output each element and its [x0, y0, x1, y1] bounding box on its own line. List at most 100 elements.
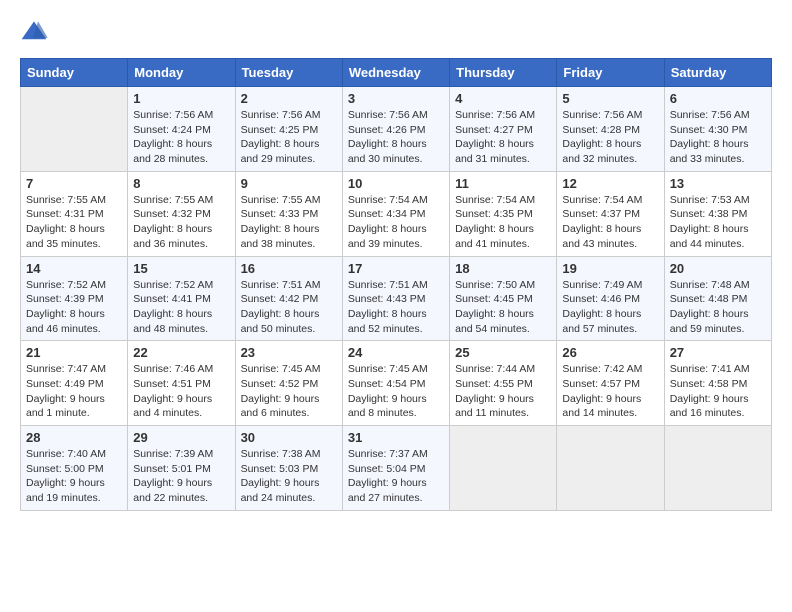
calendar-cell: 2Sunrise: 7:56 AMSunset: 4:25 PMDaylight…	[235, 87, 342, 172]
day-number: 20	[670, 261, 766, 276]
day-info: Sunrise: 7:42 AMSunset: 4:57 PMDaylight:…	[562, 362, 658, 421]
calendar-cell: 29 Sunrise: 7:39 AMSunset: 5:01 PMDayligh…	[128, 426, 235, 511]
day-info: Sunrise: 7:56 AMSunset: 4:30 PMDaylight:…	[670, 108, 766, 167]
calendar-cell	[21, 87, 128, 172]
day-info: Sunrise: 7:45 AMSunset: 4:52 PMDaylight:…	[241, 362, 337, 421]
day-number: 5	[562, 91, 658, 106]
calendar-cell: 20Sunrise: 7:48 AMSunset: 4:48 PMDayligh…	[664, 256, 771, 341]
header-friday: Friday	[557, 59, 664, 87]
day-info: Sunrise: 7:54 AMSunset: 4:34 PMDaylight:…	[348, 193, 444, 252]
day-info: Sunrise: 7:50 AMSunset: 4:45 PMDaylight:…	[455, 278, 551, 337]
day-info: Sunrise: 7:55 AMSunset: 4:33 PMDaylight:…	[241, 193, 337, 252]
calendar-week-row: 21 Sunrise: 7:47 AMSunset: 4:49 PMDayligh…	[21, 341, 772, 426]
calendar-cell: 31 Sunrise: 7:37 AMSunset: 5:04 PMDayligh…	[342, 426, 449, 511]
calendar-cell: 11 Sunrise: 7:54 AMSunset: 4:35 PMDayligh…	[450, 171, 557, 256]
calendar-cell	[557, 426, 664, 511]
day-number: 3	[348, 91, 444, 106]
calendar-cell: 4 Sunrise: 7:56 AMSunset: 4:27 PMDaylight…	[450, 87, 557, 172]
calendar-cell: 5 Sunrise: 7:56 AMSunset: 4:28 PMDaylight…	[557, 87, 664, 172]
day-number: 27	[670, 345, 766, 360]
day-info: Sunrise: 7:55 AMSunset: 4:31 PMDaylight:…	[26, 193, 122, 252]
day-info: Sunrise: 7:39 AMSunset: 5:01 PMDaylight:…	[133, 447, 229, 506]
day-number: 4	[455, 91, 551, 106]
day-number: 16	[241, 261, 337, 276]
calendar-week-row: 1 Sunrise: 7:56 AMSunset: 4:24 PMDaylight…	[21, 87, 772, 172]
calendar-cell: 24Sunrise: 7:45 AMSunset: 4:54 PMDayligh…	[342, 341, 449, 426]
calendar-cell: 25 Sunrise: 7:44 AMSunset: 4:55 PMDayligh…	[450, 341, 557, 426]
day-info: Sunrise: 7:41 AMSunset: 4:58 PMDaylight:…	[670, 362, 766, 421]
day-info: Sunrise: 7:44 AMSunset: 4:55 PMDaylight:…	[455, 362, 551, 421]
day-info: Sunrise: 7:56 AMSunset: 4:28 PMDaylight:…	[562, 108, 658, 167]
day-info: Sunrise: 7:38 AMSunset: 5:03 PMDaylight:…	[241, 447, 337, 506]
header-sunday: Sunday	[21, 59, 128, 87]
calendar-header-row: SundayMondayTuesdayWednesdayThursdayFrid…	[21, 59, 772, 87]
day-info: Sunrise: 7:51 AMSunset: 4:42 PMDaylight:…	[241, 278, 337, 337]
day-info: Sunrise: 7:37 AMSunset: 5:04 PMDaylight:…	[348, 447, 444, 506]
calendar-cell: 22 Sunrise: 7:46 AMSunset: 4:51 PMDayligh…	[128, 341, 235, 426]
day-info: Sunrise: 7:46 AMSunset: 4:51 PMDaylight:…	[133, 362, 229, 421]
calendar-table: SundayMondayTuesdayWednesdayThursdayFrid…	[20, 58, 772, 511]
day-number: 11	[455, 176, 551, 191]
day-number: 25	[455, 345, 551, 360]
day-number: 13	[670, 176, 766, 191]
day-number: 23	[241, 345, 337, 360]
page-header	[20, 20, 772, 42]
calendar-cell: 28 Sunrise: 7:40 AMSunset: 5:00 PMDayligh…	[21, 426, 128, 511]
calendar-cell: 7Sunrise: 7:55 AMSunset: 4:31 PMDaylight…	[21, 171, 128, 256]
calendar-cell: 19Sunrise: 7:49 AMSunset: 4:46 PMDayligh…	[557, 256, 664, 341]
day-info: Sunrise: 7:56 AMSunset: 4:25 PMDaylight:…	[241, 108, 337, 167]
day-number: 31	[348, 430, 444, 445]
day-number: 9	[241, 176, 337, 191]
calendar-cell: 21 Sunrise: 7:47 AMSunset: 4:49 PMDayligh…	[21, 341, 128, 426]
day-info: Sunrise: 7:49 AMSunset: 4:46 PMDaylight:…	[562, 278, 658, 337]
header-wednesday: Wednesday	[342, 59, 449, 87]
day-number: 14	[26, 261, 122, 276]
day-number: 1	[133, 91, 229, 106]
day-number: 17	[348, 261, 444, 276]
calendar-cell: 30 Sunrise: 7:38 AMSunset: 5:03 PMDayligh…	[235, 426, 342, 511]
calendar-cell: 15 Sunrise: 7:52 AMSunset: 4:41 PMDayligh…	[128, 256, 235, 341]
calendar-cell: 13 Sunrise: 7:53 AMSunset: 4:38 PMDayligh…	[664, 171, 771, 256]
day-info: Sunrise: 7:52 AMSunset: 4:39 PMDaylight:…	[26, 278, 122, 337]
day-number: 6	[670, 91, 766, 106]
day-number: 8	[133, 176, 229, 191]
calendar-cell: 14 Sunrise: 7:52 AMSunset: 4:39 PMDayligh…	[21, 256, 128, 341]
day-number: 12	[562, 176, 658, 191]
calendar-cell: 1 Sunrise: 7:56 AMSunset: 4:24 PMDaylight…	[128, 87, 235, 172]
day-info: Sunrise: 7:56 AMSunset: 4:24 PMDaylight:…	[133, 108, 229, 167]
day-number: 26	[562, 345, 658, 360]
day-info: Sunrise: 7:52 AMSunset: 4:41 PMDaylight:…	[133, 278, 229, 337]
logo-icon	[20, 20, 48, 42]
day-info: Sunrise: 7:55 AMSunset: 4:32 PMDaylight:…	[133, 193, 229, 252]
day-number: 15	[133, 261, 229, 276]
day-number: 22	[133, 345, 229, 360]
day-number: 30	[241, 430, 337, 445]
header-monday: Monday	[128, 59, 235, 87]
day-number: 10	[348, 176, 444, 191]
calendar-week-row: 28 Sunrise: 7:40 AMSunset: 5:00 PMDayligh…	[21, 426, 772, 511]
day-number: 18	[455, 261, 551, 276]
calendar-cell: 3 Sunrise: 7:56 AMSunset: 4:26 PMDaylight…	[342, 87, 449, 172]
day-number: 21	[26, 345, 122, 360]
day-info: Sunrise: 7:56 AMSunset: 4:26 PMDaylight:…	[348, 108, 444, 167]
day-info: Sunrise: 7:54 AMSunset: 4:35 PMDaylight:…	[455, 193, 551, 252]
day-number: 29	[133, 430, 229, 445]
day-info: Sunrise: 7:45 AMSunset: 4:54 PMDaylight:…	[348, 362, 444, 421]
day-info: Sunrise: 7:56 AMSunset: 4:27 PMDaylight:…	[455, 108, 551, 167]
calendar-cell	[664, 426, 771, 511]
day-info: Sunrise: 7:40 AMSunset: 5:00 PMDaylight:…	[26, 447, 122, 506]
calendar-cell: 6 Sunrise: 7:56 AMSunset: 4:30 PMDaylight…	[664, 87, 771, 172]
calendar-cell: 9 Sunrise: 7:55 AMSunset: 4:33 PMDaylight…	[235, 171, 342, 256]
calendar-cell: 12 Sunrise: 7:54 AMSunset: 4:37 PMDayligh…	[557, 171, 664, 256]
day-number: 28	[26, 430, 122, 445]
day-info: Sunrise: 7:51 AMSunset: 4:43 PMDaylight:…	[348, 278, 444, 337]
header-tuesday: Tuesday	[235, 59, 342, 87]
calendar-cell: 8 Sunrise: 7:55 AMSunset: 4:32 PMDaylight…	[128, 171, 235, 256]
day-info: Sunrise: 7:47 AMSunset: 4:49 PMDaylight:…	[26, 362, 122, 421]
day-info: Sunrise: 7:54 AMSunset: 4:37 PMDaylight:…	[562, 193, 658, 252]
calendar-cell	[450, 426, 557, 511]
calendar-cell: 16 Sunrise: 7:51 AMSunset: 4:42 PMDayligh…	[235, 256, 342, 341]
day-info: Sunrise: 7:53 AMSunset: 4:38 PMDaylight:…	[670, 193, 766, 252]
logo	[20, 20, 52, 42]
header-thursday: Thursday	[450, 59, 557, 87]
